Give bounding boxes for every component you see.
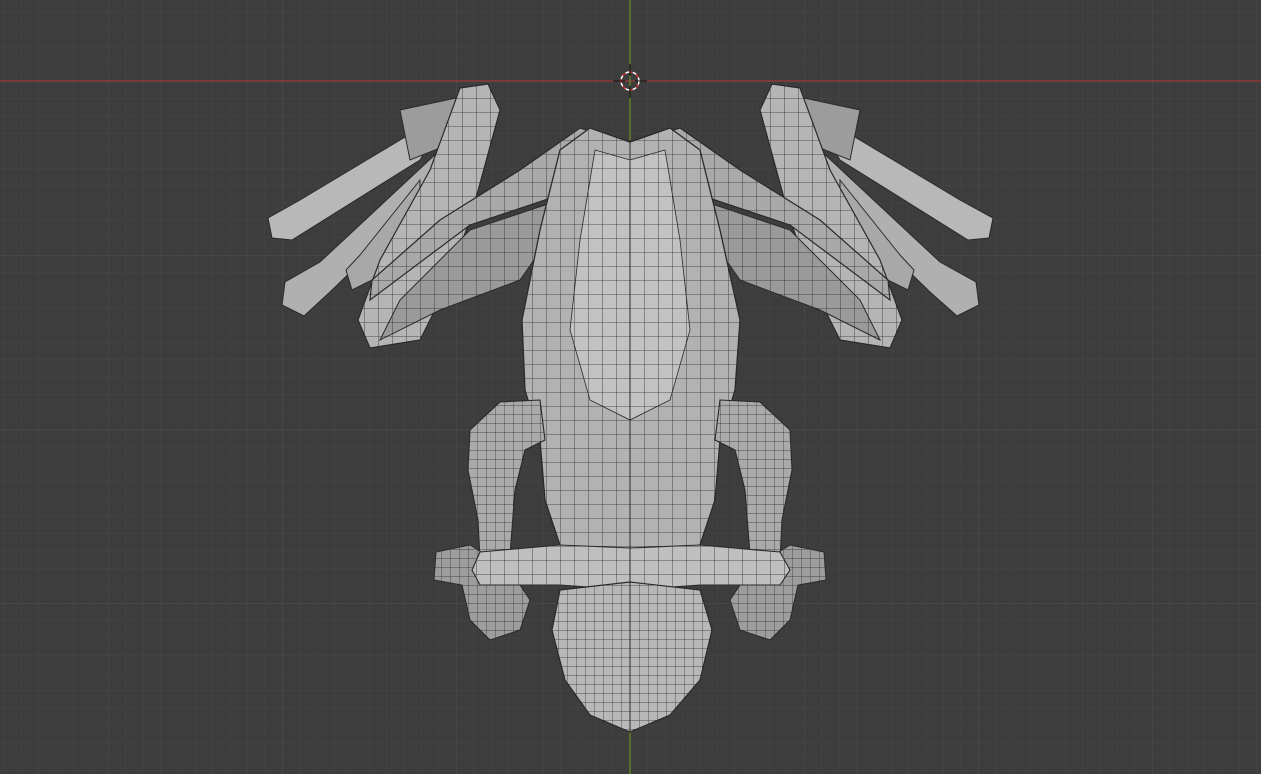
3d-viewport[interactable] (0, 0, 1261, 774)
frog-body (521, 127, 741, 561)
viewport-canvas[interactable] (0, 0, 1261, 774)
